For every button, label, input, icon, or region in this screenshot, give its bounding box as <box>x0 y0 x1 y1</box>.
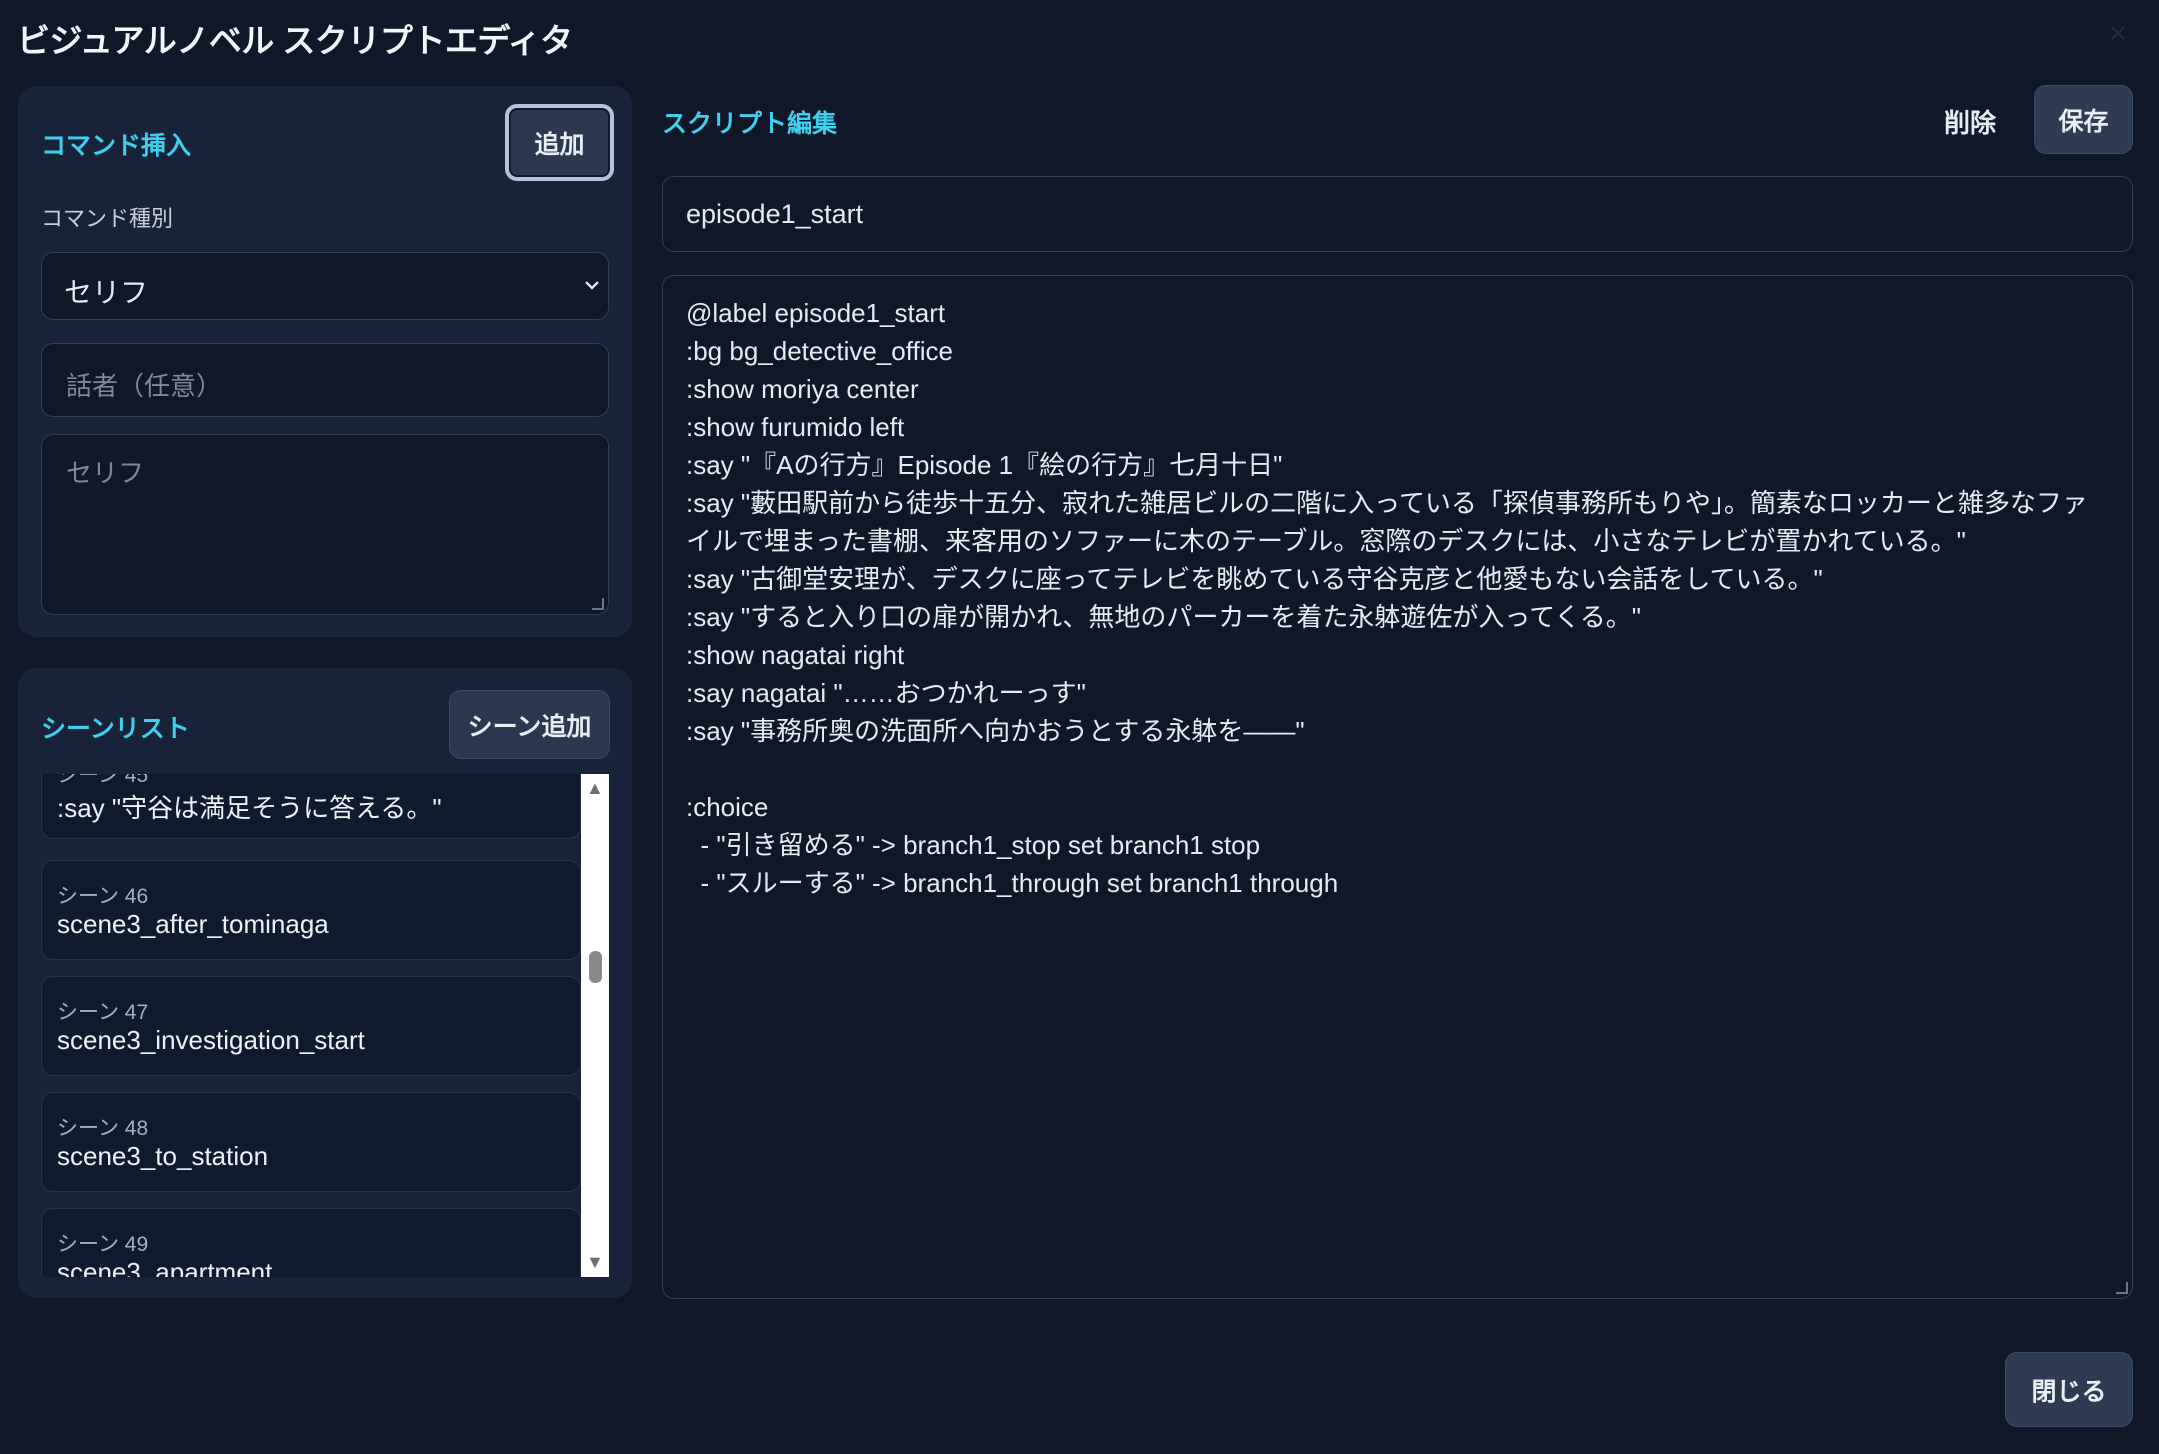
scene-number: シーン 46 <box>57 885 149 908</box>
command-type-select[interactable]: セリフ <box>41 252 609 320</box>
scrollbar-thumb[interactable] <box>589 951 602 983</box>
script-editor-title: スクリプト編集 <box>662 110 838 138</box>
resize-grip-icon[interactable] <box>592 598 604 610</box>
scroll-up-icon[interactable]: ▲ <box>586 778 604 799</box>
add-command-button[interactable]: 追加 <box>505 104 614 181</box>
scene-list: シーン 45 :say "守谷は満足そうに答える。" シーン 46 scene3… <box>41 774 609 1277</box>
command-type-label: コマンド種別 <box>41 206 174 231</box>
close-button[interactable]: 閉じる <box>2005 1352 2133 1427</box>
scene-name: scene3_investigation_start <box>57 1025 365 1055</box>
line-placeholder: セリフ <box>66 458 145 488</box>
add-scene-button[interactable]: シーン追加 <box>449 690 610 759</box>
command-panel-title: コマンド挿入 <box>41 132 192 160</box>
scene-number: シーン 47 <box>57 1001 149 1024</box>
scene-number: シーン 45 <box>57 774 149 787</box>
scene-name: scene3_to_station <box>57 1141 269 1171</box>
scene-list-item[interactable]: シーン 48 scene3_to_station <box>41 1092 581 1192</box>
chevron-down-icon <box>584 271 600 297</box>
scene-panel-title: シーンリスト <box>41 715 190 743</box>
scroll-down-icon[interactable]: ▼ <box>586 1252 604 1273</box>
scene-number: シーン 49 <box>57 1233 149 1256</box>
scene-list-item[interactable]: シーン 49 scene3_apartment <box>41 1208 581 1277</box>
delete-button[interactable]: 削除 <box>1940 103 2000 139</box>
close-icon[interactable]: × <box>2104 19 2132 49</box>
scene-list-item[interactable]: シーン 47 scene3_investigation_start <box>41 976 581 1076</box>
scene-list-scrollbar[interactable]: ▲ ▼ <box>581 774 609 1277</box>
script-textarea[interactable]: @label episode1_start :bg bg_detective_o… <box>662 275 2133 1299</box>
command-type-selected: セリフ <box>64 277 149 308</box>
scene-name: :say "守谷は満足そうに答える。" <box>57 793 442 823</box>
label-name-input[interactable]: episode1_start <box>662 176 2133 252</box>
scene-number: シーン 48 <box>57 1117 149 1140</box>
scene-name: scene3_apartment <box>57 1257 273 1277</box>
window-title: ビジュアルノベル スクリプトエディタ <box>17 22 573 59</box>
scene-name: scene3_after_tominaga <box>57 909 329 939</box>
save-button[interactable]: 保存 <box>2034 85 2133 154</box>
scene-list-item[interactable]: シーン 46 scene3_after_tominaga <box>41 860 581 960</box>
line-textarea[interactable]: セリフ <box>41 434 609 615</box>
resize-grip-icon[interactable] <box>2116 1282 2128 1294</box>
speaker-input[interactable]: 話者（任意） <box>41 343 609 417</box>
scene-list-item[interactable]: シーン 45 :say "守谷は満足そうに答える。" <box>41 774 581 839</box>
script-text: @label episode1_start :bg bg_detective_o… <box>686 298 2088 898</box>
